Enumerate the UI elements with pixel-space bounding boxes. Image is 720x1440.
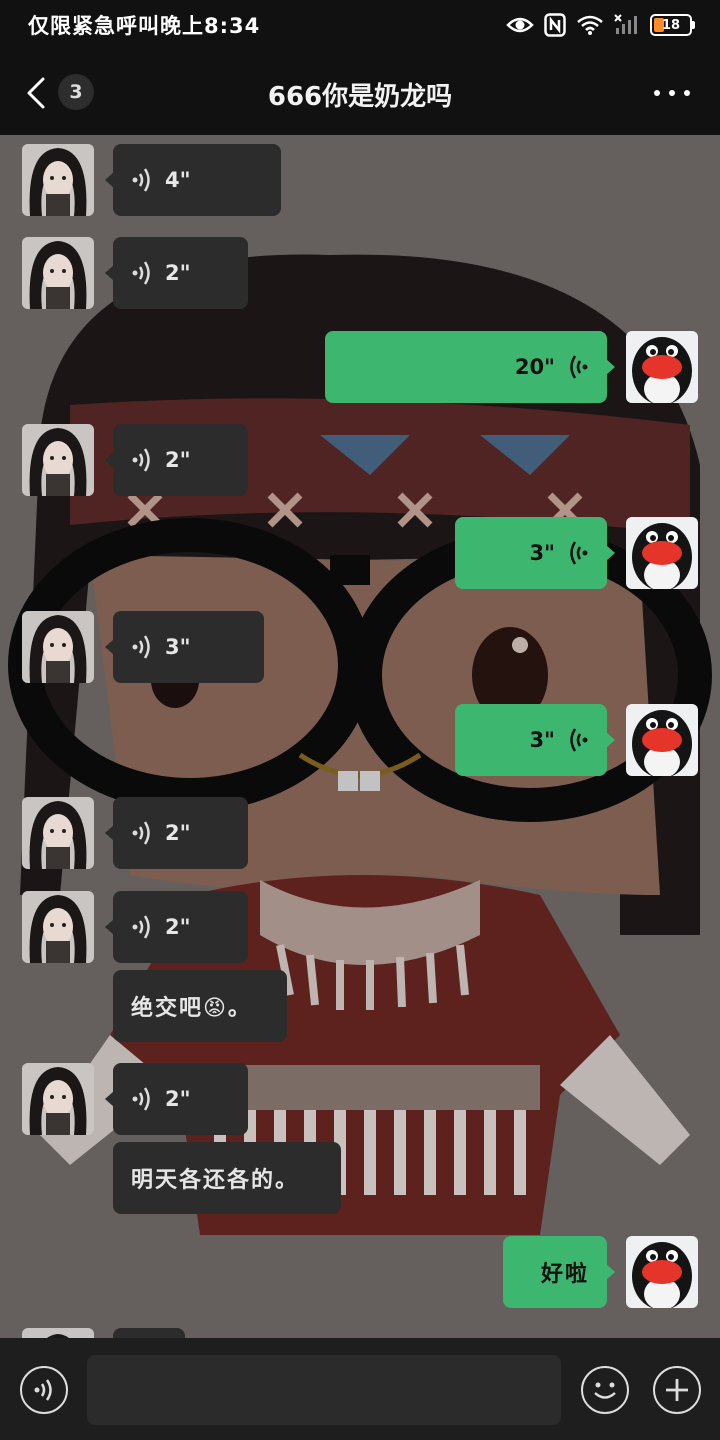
chat-title: 666你是奶龙吗 [267, 82, 453, 112]
more-icon[interactable] [654, 80, 690, 106]
status-text: 仅限紧急呼叫晚上8:34 [28, 14, 261, 38]
voice-duration: 3" [165, 635, 191, 659]
voice-duration: 2" [165, 261, 191, 285]
status-icons: 18 [506, 12, 695, 38]
voice-message[interactable]: 3" [455, 704, 615, 776]
text-message[interactable]: 好啦 [503, 1236, 615, 1308]
message-text: 明天各还各的。 [131, 1168, 300, 1193]
text-message[interactable]: 明天各还各的。 [113, 1142, 341, 1214]
my-avatar[interactable] [626, 704, 698, 776]
contact-avatar[interactable] [22, 237, 94, 309]
voice-message[interactable]: 4" [105, 144, 281, 216]
voice-wave-icon [131, 820, 153, 846]
voice-message[interactable]: 2" [105, 237, 248, 309]
my-avatar[interactable] [626, 517, 698, 589]
voice-duration: 3" [529, 728, 555, 752]
message-text: 绝交吧😡。 [131, 996, 252, 1021]
status-bar: 仅限紧急呼叫晚上8:34 18 [0, 0, 720, 50]
voice-duration: 3" [529, 541, 555, 565]
voice-wave-icon [567, 540, 589, 566]
wifi-icon [576, 12, 604, 38]
contact-avatar[interactable] [22, 611, 94, 683]
contact-avatar-partial[interactable] [22, 1328, 94, 1338]
voice-message[interactable]: 20" [325, 331, 615, 403]
voice-wave-icon [567, 727, 589, 753]
my-avatar[interactable] [626, 1236, 698, 1308]
voice-duration: 20" [514, 355, 555, 379]
voice-duration: 2" [165, 915, 191, 939]
chat-area[interactable]: 4" 2" 20" 2" 3" 3" 3" 2" 2" 绝交吧😡。 2" 明天各还各的。好啦 [0, 135, 720, 1338]
voice-wave-icon [131, 447, 153, 473]
message-text: 好啦 [540, 1262, 589, 1287]
voice-duration: 2" [165, 448, 191, 472]
chat-header: 3 666你是奶龙吗 [0, 50, 720, 135]
voice-input-icon[interactable] [20, 1366, 68, 1414]
eye-icon [506, 12, 534, 38]
message-input[interactable] [87, 1355, 561, 1425]
contact-avatar[interactable] [22, 144, 94, 216]
voice-wave-icon [131, 634, 153, 660]
voice-message[interactable]: 3" [455, 517, 615, 589]
input-bar [0, 1338, 720, 1440]
voice-wave-icon [567, 354, 589, 380]
battery-icon: 18 [650, 14, 695, 36]
voice-duration: 4" [165, 168, 191, 192]
voice-message[interactable]: 2" [105, 424, 248, 496]
contact-avatar[interactable] [22, 891, 94, 963]
voice-duration: 2" [165, 1087, 191, 1111]
voice-message[interactable]: 3" [105, 611, 264, 683]
battery-level: 18 [661, 17, 681, 33]
contact-avatar[interactable] [22, 797, 94, 869]
voice-message[interactable]: 2" [105, 1063, 248, 1135]
my-avatar[interactable] [626, 331, 698, 403]
voice-message-partial[interactable] [113, 1328, 185, 1338]
contact-avatar[interactable] [22, 1063, 94, 1135]
plus-icon[interactable] [653, 1366, 701, 1414]
nfc-icon [544, 12, 566, 38]
contact-avatar[interactable] [22, 424, 94, 496]
voice-message[interactable]: 2" [105, 797, 248, 869]
voice-wave-icon [131, 914, 153, 940]
signal-icon [614, 12, 640, 38]
text-message[interactable]: 绝交吧😡。 [113, 970, 287, 1042]
voice-wave-icon [131, 260, 153, 286]
voice-duration: 2" [165, 821, 191, 845]
voice-wave-icon [131, 1086, 153, 1112]
voice-message[interactable]: 2" [105, 891, 248, 963]
voice-wave-icon [131, 167, 153, 193]
emoji-icon[interactable] [581, 1366, 629, 1414]
